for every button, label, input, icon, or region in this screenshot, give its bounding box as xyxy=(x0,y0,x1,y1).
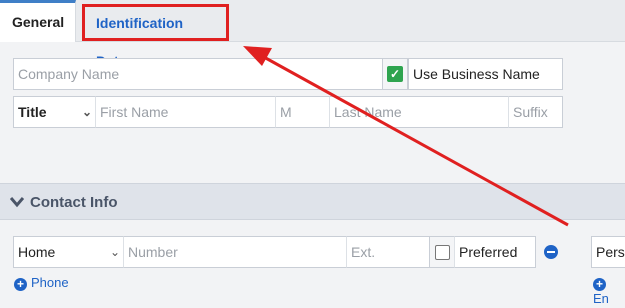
annotation-arrow xyxy=(243,46,569,227)
